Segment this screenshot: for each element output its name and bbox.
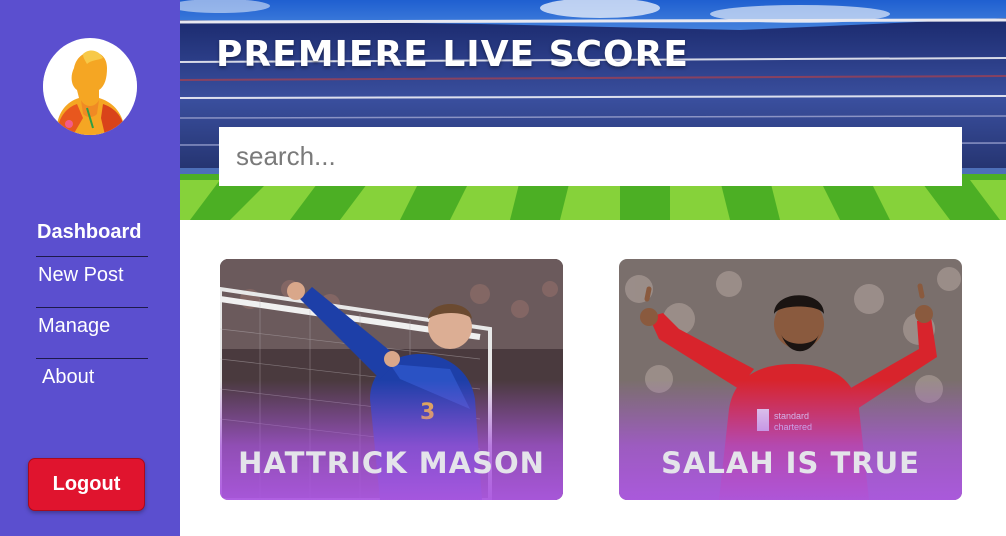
avatar[interactable] [43, 38, 137, 135]
post-card[interactable]: standard chartered SALAH IS TRUE [619, 259, 962, 500]
site-title: PREMIERE LIVE SCORE [216, 34, 689, 75]
sidebar: Dashboard New Post Manage About Logout [0, 0, 180, 536]
post-card-overlay [619, 380, 962, 500]
stadium-banner-image [180, 0, 1006, 220]
header-banner: PREMIERE LIVE SCORE [180, 0, 1006, 220]
post-card-overlay [220, 380, 563, 500]
logout-button[interactable]: Logout [28, 458, 145, 511]
post-card-title: HATTRICK MASON [238, 446, 545, 480]
sidebar-item-manage[interactable]: Manage [36, 308, 148, 359]
user-avatar-icon [43, 39, 137, 135]
app-root: Dashboard New Post Manage About Logout P… [0, 0, 1006, 536]
sidebar-item-new-post[interactable]: New Post [36, 257, 148, 308]
post-card-title: SALAH IS TRUE [661, 446, 920, 480]
sidebar-nav: Dashboard New Post Manage About [36, 215, 148, 410]
sidebar-item-about[interactable]: About [36, 359, 148, 410]
post-card[interactable]: 3 HATTRICK MASON [220, 259, 563, 500]
sidebar-item-dashboard[interactable]: Dashboard [36, 215, 148, 257]
search-input[interactable] [219, 127, 962, 186]
